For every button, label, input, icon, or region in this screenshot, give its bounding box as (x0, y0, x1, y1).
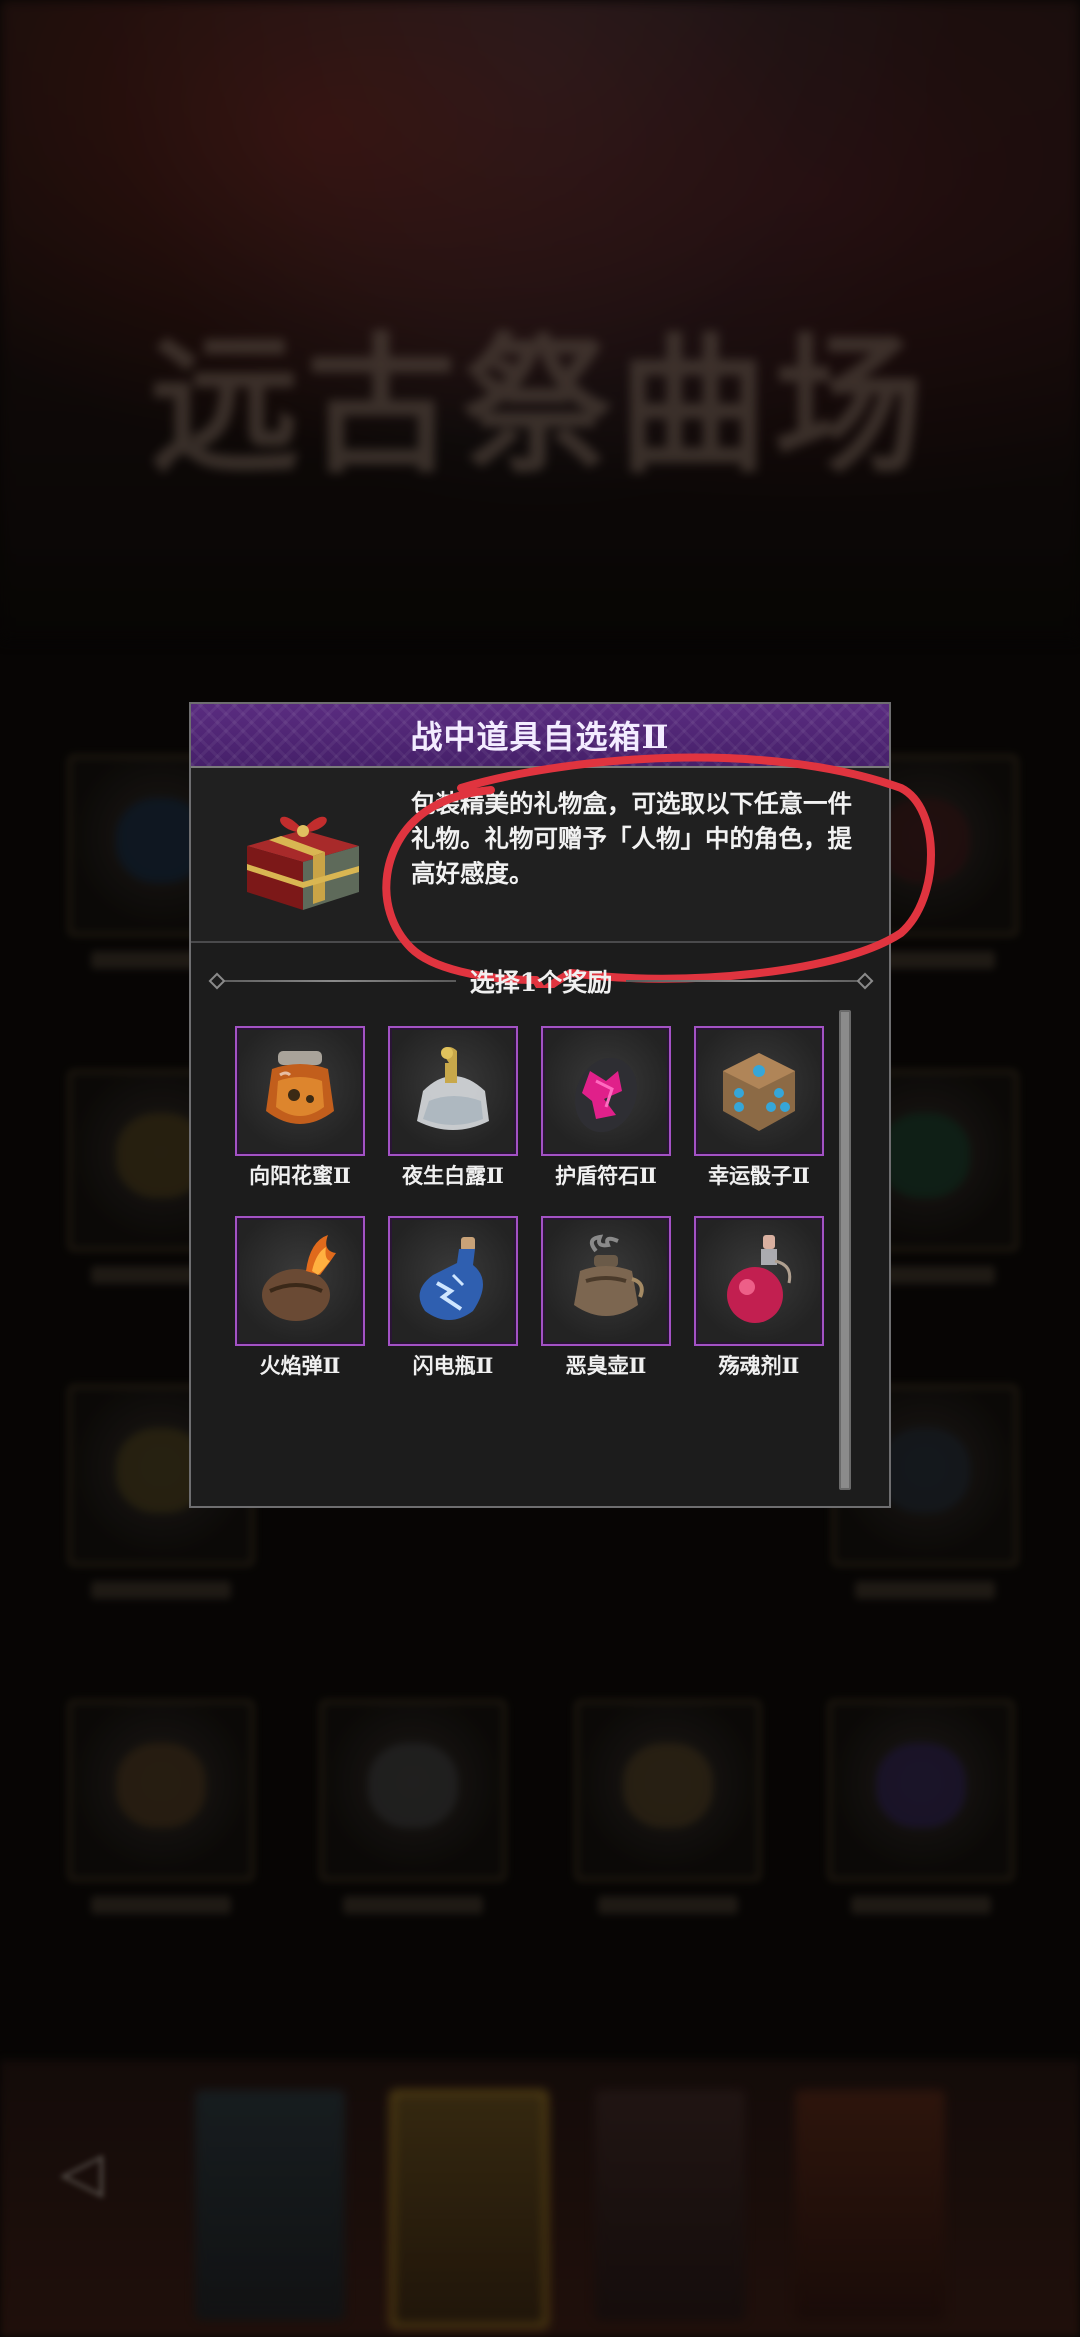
select-reward-label: 选择1个奖励 (469, 968, 613, 997)
lightning-bottle-icon (419, 1237, 483, 1320)
reward-item-frame[interactable] (235, 1026, 365, 1156)
dew-flask-icon (417, 1047, 489, 1130)
reward-list-scrollbar[interactable] (839, 1010, 851, 1490)
reward-item-name: 恶臭壶Ⅱ (565, 1353, 647, 1378)
reward-item-name: 向阳花蜜Ⅱ (249, 1163, 351, 1188)
reward-item-name: 火焰弹Ⅱ (259, 1353, 341, 1378)
soul-potion-icon (727, 1235, 792, 1323)
reward-item-soul-potion[interactable]: 殇魂剂Ⅱ (694, 1216, 824, 1384)
reward-item-name: 护盾符石Ⅱ (555, 1163, 657, 1188)
item-description: 包装精美的礼物盒，可选取以下任意一件礼物。礼物可赠予「人物」中的角色，提高好感度… (411, 789, 852, 888)
divider-line (626, 980, 871, 982)
reward-item-frame[interactable] (388, 1026, 518, 1156)
lucky-dice-icon (723, 1053, 795, 1131)
reward-item-name: 闪电瓶Ⅱ (412, 1353, 494, 1378)
fire-bomb-icon (262, 1235, 336, 1321)
item-info-row: 包装精美的礼物盒，可选取以下任意一件礼物。礼物可赠予「人物」中的角色，提高好感度… (191, 753, 935, 988)
reward-item-stench-pot[interactable]: 恶臭壶Ⅱ (541, 1216, 671, 1384)
reward-item-frame[interactable] (541, 1026, 671, 1156)
stench-pot-icon (574, 1234, 644, 1316)
shield-rune-stone-icon (574, 1057, 638, 1133)
reward-item-frame[interactable] (694, 1026, 824, 1156)
reward-item-lightning-bottle[interactable]: 闪电瓶Ⅱ (388, 1216, 518, 1384)
reward-item-frame[interactable] (541, 1216, 671, 1346)
reward-item-name: 殇魂剂Ⅱ (718, 1353, 800, 1378)
reward-select-dialog: 战中道具自选箱Ⅱ 包装精美的礼物盒，可选取以下任意一件礼物。礼物可赠予「人物」中… (189, 702, 935, 1508)
dialog-title: 战中道具自选箱Ⅱ (410, 718, 670, 756)
reward-item-name: 夜生白露Ⅱ (402, 1163, 504, 1188)
reward-item-dew[interactable]: 夜生白露Ⅱ (388, 1026, 518, 1194)
reward-item-honey[interactable]: 向阳花蜜Ⅱ (235, 1026, 365, 1194)
reward-item-frame[interactable] (388, 1216, 518, 1346)
divider-line (211, 980, 456, 982)
reward-item-fire-bomb[interactable]: 火焰弹Ⅱ (235, 1216, 365, 1384)
reward-item-frame[interactable] (694, 1216, 824, 1346)
reward-item-dice[interactable]: 幸运骰子Ⅱ (694, 1026, 824, 1194)
reward-section-header: 选择1个奖励 (211, 966, 871, 997)
reward-item-shield-stone[interactable]: 护盾符石Ⅱ (541, 1026, 671, 1194)
reward-item-frame[interactable] (235, 1216, 365, 1346)
dialog-header: 战中道具自选箱Ⅱ (191, 704, 889, 768)
scrollbar-thumb[interactable] (841, 1012, 849, 1488)
honey-jar-icon (266, 1051, 334, 1124)
gift-box-icon (247, 816, 359, 910)
reward-item-name: 幸运骰子Ⅱ (708, 1163, 810, 1188)
